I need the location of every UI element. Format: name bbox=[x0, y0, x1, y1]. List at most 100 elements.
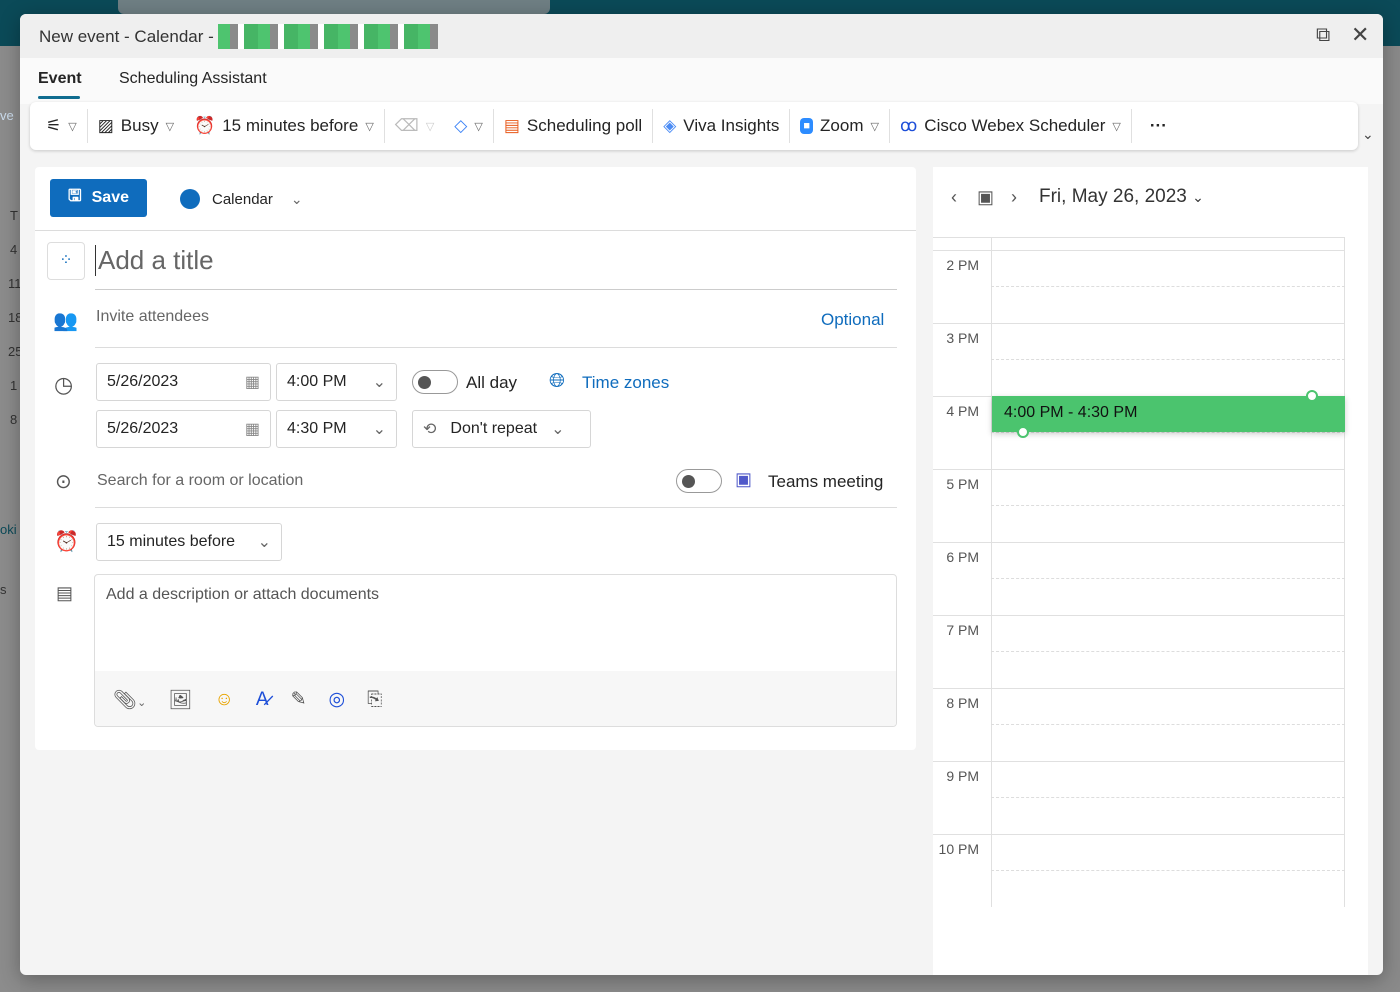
half-hour-line bbox=[991, 359, 1345, 360]
globe-icon[interactable]: 🌐︎ bbox=[549, 370, 565, 393]
half-hour-line bbox=[991, 651, 1345, 652]
next-day-icon[interactable]: › bbox=[1011, 187, 1017, 208]
description-editor[interactable]: Add a description or attach documents 📎︎… bbox=[94, 574, 897, 727]
tag-button[interactable]: ◇ ▽ bbox=[444, 102, 493, 150]
resize-handle-top[interactable] bbox=[1306, 390, 1318, 402]
busy-icon: ▨ bbox=[97, 116, 114, 135]
location-input[interactable]: Search for a room or location bbox=[97, 472, 303, 490]
reminder-button[interactable]: ⏰ 15 minutes before ▽ bbox=[184, 102, 384, 150]
attach-icon[interactable]: 📎︎⌄ bbox=[113, 688, 146, 712]
hour-line bbox=[933, 615, 1345, 616]
chevron-down-icon: ⌄ bbox=[551, 421, 565, 438]
hour-label: 10 PM bbox=[938, 841, 979, 857]
previous-day-icon[interactable]: ‹ bbox=[951, 187, 957, 208]
title-input[interactable]: Add a title bbox=[95, 245, 214, 276]
calendar-selector[interactable]: Calendar ⌄ bbox=[180, 189, 303, 209]
toolbar-expand-chevron-icon[interactable]: ⌄ bbox=[1362, 126, 1374, 143]
reminder-label: 15 minutes before bbox=[222, 116, 359, 135]
chevron-down-icon: ▽ bbox=[1112, 120, 1121, 133]
chevron-down-icon: ▽ bbox=[474, 120, 483, 133]
template-icon[interactable]: ⁘ bbox=[47, 242, 85, 280]
hour-label: 2 PM bbox=[946, 257, 979, 273]
description-placeholder: Add a description or attach documents bbox=[106, 586, 380, 603]
chevron-down-icon: ⌄ bbox=[1192, 189, 1204, 205]
webex-icon: ꝏ bbox=[899, 116, 918, 135]
repeat-select[interactable]: ⟲ Don't repeat ⌄ bbox=[412, 410, 591, 448]
start-time-select[interactable]: 4:00 PM ⌄ bbox=[276, 363, 397, 401]
tab-scheduling-assistant[interactable]: Scheduling Assistant bbox=[119, 70, 267, 88]
time-grid: 2 PM 3 PM 4 PM 5 PM 6 PM 7 PM 8 PM 9 PM 10 PM 4:0… bbox=[933, 237, 1345, 907]
hour-label: 9 PM bbox=[946, 768, 979, 784]
viva-label: Viva Insights bbox=[683, 116, 780, 135]
half-hour-line bbox=[991, 286, 1345, 287]
more-options-button[interactable]: ··· bbox=[1132, 102, 1177, 150]
half-hour-line bbox=[991, 797, 1345, 798]
image-icon[interactable]: 🖼︎ bbox=[168, 688, 192, 712]
webex-label: Cisco Webex Scheduler bbox=[924, 116, 1106, 135]
categorize-button[interactable]: ⌫ ▽ bbox=[385, 102, 445, 150]
end-date-value: 5/26/2023 bbox=[107, 420, 179, 437]
draw-icon[interactable]: ✎ bbox=[291, 688, 307, 711]
end-date-field[interactable]: 5/26/2023 ▦ bbox=[96, 410, 271, 448]
half-hour-line bbox=[991, 578, 1345, 579]
hour-label: 4 PM bbox=[946, 403, 979, 419]
time-zones-link[interactable]: Time zones bbox=[582, 373, 669, 393]
half-hour-line bbox=[991, 724, 1345, 725]
date-picker[interactable]: Fri, May 26, 2023 ⌄ bbox=[1039, 186, 1204, 208]
optional-link[interactable]: Optional bbox=[821, 310, 884, 330]
end-time-select[interactable]: 4:30 PM ⌄ bbox=[276, 410, 397, 448]
event-form: 🖫 Save Calendar ⌄ ⁘ Add a title 👥 Invite … bbox=[35, 167, 916, 750]
half-hour-line bbox=[991, 870, 1345, 871]
chevron-down-icon: ⌄ bbox=[290, 190, 303, 207]
options-button[interactable]: ⚟ ▽ bbox=[30, 102, 87, 150]
resize-handle-bottom[interactable] bbox=[1017, 426, 1029, 438]
hour-line bbox=[933, 834, 1345, 835]
reminder-select[interactable]: 15 minutes before ⌄ bbox=[96, 523, 282, 561]
clock-icon: ◷ bbox=[54, 372, 74, 397]
close-icon[interactable]: ✕ bbox=[1351, 22, 1369, 48]
attendees-input[interactable]: Invite attendees bbox=[96, 308, 209, 326]
chevron-down-icon: ⌄ bbox=[372, 374, 386, 391]
bg-text: 4 bbox=[10, 242, 18, 257]
day-calendar: ‹ ▣ › Fri, May 26, 2023 ⌄ 2 PM 3 PM 4 PM 5 … bbox=[933, 167, 1368, 975]
save-button[interactable]: 🖫 Save bbox=[50, 179, 147, 217]
loop-icon[interactable]: ◎ bbox=[328, 688, 345, 711]
tab-bar: Event Scheduling Assistant bbox=[20, 58, 1383, 104]
save-icon: 🖫 bbox=[67, 187, 82, 205]
today-icon[interactable]: ▣ bbox=[977, 187, 994, 208]
start-time-value: 4:00 PM bbox=[287, 373, 347, 390]
redacted-account bbox=[218, 24, 438, 49]
zoom-button[interactable]: ■ Zoom ▽ bbox=[790, 102, 889, 150]
window-title: New event - Calendar - bbox=[39, 27, 214, 46]
new-event-dialog: New event - Calendar - ⧉ ✕ Event Schedul… bbox=[20, 14, 1383, 975]
popout-icon[interactable]: ⧉ bbox=[1316, 24, 1330, 47]
chevron-down-icon: ▽ bbox=[68, 120, 77, 133]
attendees-icon: 👥 bbox=[53, 310, 78, 332]
hour-label: 6 PM bbox=[946, 549, 979, 565]
emoji-icon[interactable]: ☺ bbox=[214, 689, 233, 711]
alarm-icon: ⏰ bbox=[194, 116, 216, 135]
tab-event[interactable]: Event bbox=[38, 70, 82, 88]
event-block[interactable]: 4:00 PM - 4:30 PM bbox=[992, 396, 1345, 432]
title-bar: New event - Calendar - ⧉ ✕ bbox=[20, 14, 1383, 58]
format-icon[interactable]: A̷ bbox=[256, 689, 269, 711]
scheduling-poll-button[interactable]: ▤ Scheduling poll bbox=[494, 102, 652, 150]
hour-label: 5 PM bbox=[946, 476, 979, 492]
poll-icon: ▤ bbox=[503, 116, 520, 135]
hour-line bbox=[933, 688, 1345, 689]
viva-insights-button[interactable]: ◈ Viva Insights bbox=[653, 102, 789, 150]
bg-text: s bbox=[0, 582, 7, 597]
webex-button[interactable]: ꝏ Cisco Webex Scheduler ▽ bbox=[890, 102, 1131, 150]
alarm-icon: ⏰ bbox=[54, 531, 79, 553]
start-date-field[interactable]: 5/26/2023 ▦ bbox=[96, 363, 271, 401]
bg-text: oki bbox=[0, 522, 17, 537]
teams-label: Teams meeting bbox=[768, 472, 884, 491]
teams-toggle[interactable] bbox=[676, 469, 722, 493]
insert-file-icon[interactable]: ⎘ bbox=[367, 689, 382, 711]
end-time-value: 4:30 PM bbox=[287, 420, 347, 437]
divider bbox=[95, 347, 897, 348]
show-as-button[interactable]: ▨ Busy ▽ bbox=[88, 102, 184, 150]
divider bbox=[35, 230, 916, 231]
all-day-toggle[interactable] bbox=[412, 370, 458, 394]
chevron-down-icon: ▽ bbox=[365, 120, 374, 133]
